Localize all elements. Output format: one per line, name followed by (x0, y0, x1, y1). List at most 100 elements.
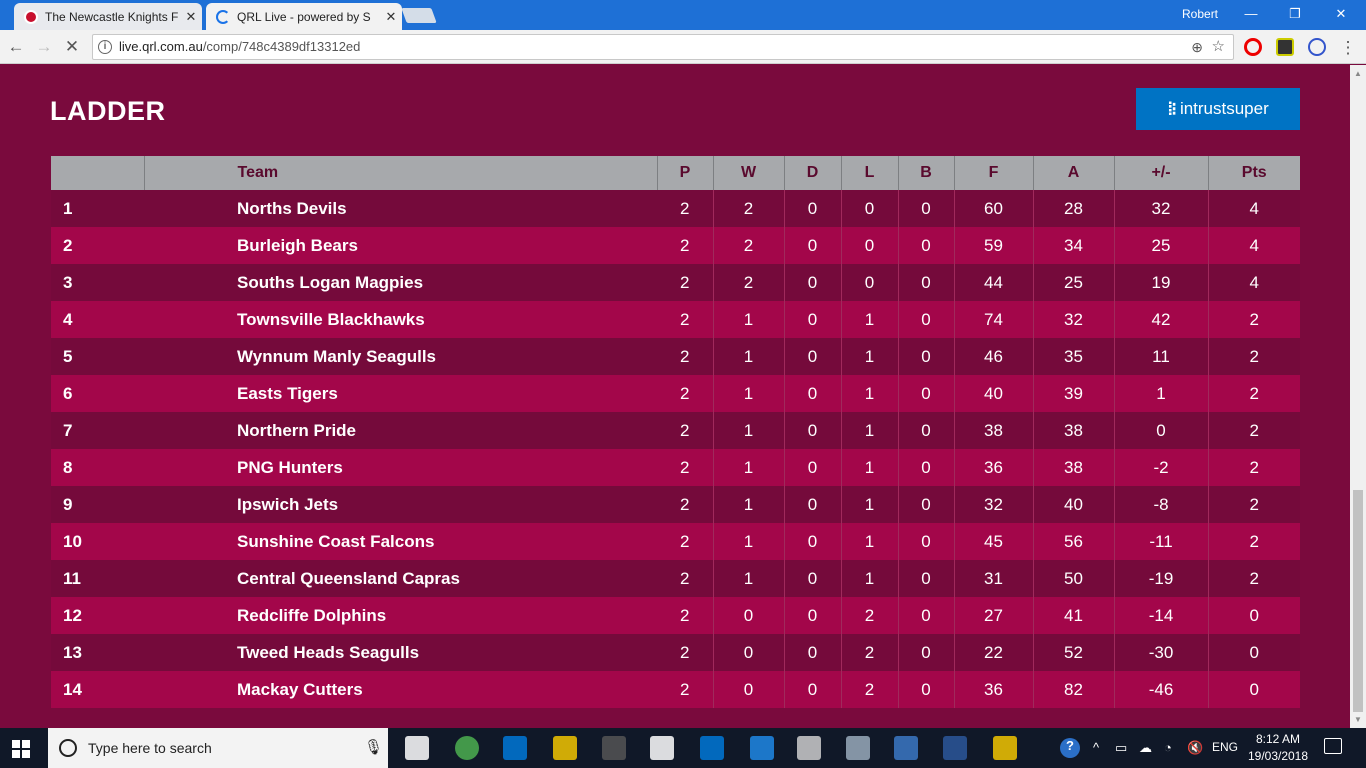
system-clock[interactable]: 8:12 AM 19/03/2018 (1245, 731, 1311, 765)
help-icon[interactable]: ? (1060, 738, 1080, 758)
stop-loading-icon[interactable]: ✕ (62, 37, 82, 57)
cell-points-for: 22 (954, 634, 1034, 671)
cell-team-name[interactable]: Townsville Blackhawks (144, 301, 657, 338)
column-header-b[interactable]: B (898, 156, 955, 190)
column-header-[interactable]: +/- (1114, 156, 1209, 190)
cell-team-name[interactable]: Wynnum Manly Seagulls (144, 338, 657, 375)
task-view-icon[interactable] (405, 736, 429, 760)
opera-extension-icon[interactable] (1244, 38, 1262, 56)
ladder-row[interactable]: 12 Redcliffe Dolphins 2 0 0 2 0 27 41 -14 0 (51, 597, 1300, 634)
scroll-up-icon[interactable]: ▲ (1354, 69, 1362, 78)
tab-newcastle-knights[interactable]: The Newcastle Knights F ✕ (14, 3, 202, 30)
ladder-header-row: Team P W D L B F A +/- Pts (51, 156, 1300, 190)
scroll-down-icon[interactable]: ▼ (1354, 715, 1362, 724)
address-bar[interactable]: i live.qrl.com.au/comp/748c4389df13312ed… (92, 34, 1234, 60)
ladder-row[interactable]: 6 Easts Tigers 2 1 0 1 0 40 39 1 2 (51, 375, 1300, 412)
close-window-button[interactable]: ✕ (1328, 4, 1354, 24)
ladder-row[interactable]: 8 PNG Hunters 2 1 0 1 0 36 38 -2 2 (51, 449, 1300, 486)
network-icon[interactable]: ◔ (1164, 740, 1172, 755)
cell-position: 4 (51, 301, 144, 338)
outlook-icon[interactable] (700, 736, 724, 760)
column-header-w[interactable]: W (713, 156, 785, 190)
battery-icon[interactable]: ▭ (1115, 740, 1127, 756)
cell-team-name[interactable]: Norths Devils (144, 190, 657, 227)
forward-arrow-icon[interactable]: → (34, 37, 54, 57)
volume-muted-icon[interactable]: 🔇 (1187, 740, 1203, 756)
paint-icon[interactable] (797, 736, 821, 760)
scrollbar-thumb[interactable] (1353, 490, 1363, 712)
minimize-button[interactable]: — (1238, 4, 1264, 24)
ladder-row[interactable]: 13 Tweed Heads Seagulls 2 0 0 2 0 22 52 -30 0 (51, 634, 1300, 671)
cell-team-name[interactable]: Central Queensland Capras (144, 560, 657, 597)
cell-team-name[interactable]: Souths Logan Magpies (144, 264, 657, 301)
ladder-row[interactable]: 9 Ipswich Jets 2 1 0 1 0 32 40 -8 2 (51, 486, 1300, 523)
column-header-a[interactable]: A (1033, 156, 1115, 190)
action-center-icon[interactable] (1324, 738, 1342, 754)
sponsor-logo[interactable]: ⁞⁝ intrustsuper (1136, 88, 1300, 130)
cell-team-name[interactable]: Ipswich Jets (144, 486, 657, 523)
edge-icon[interactable] (750, 736, 774, 760)
cell-team-name[interactable]: Easts Tigers (144, 375, 657, 412)
ladder-row[interactable]: 1 Norths Devils 2 2 0 0 0 60 28 32 4 (51, 190, 1300, 227)
new-tab-button[interactable] (401, 8, 437, 23)
chrome-menu-icon[interactable]: ⋮ (1338, 38, 1358, 58)
column-header-p[interactable]: P (657, 156, 714, 190)
cell-team-name[interactable]: Northern Pride (144, 412, 657, 449)
ladder-row[interactable]: 3 Souths Logan Magpies 2 2 0 0 0 44 25 19 4 (51, 264, 1300, 301)
site-info-icon[interactable]: i (98, 40, 112, 54)
column-header-team[interactable]: Team (144, 156, 658, 190)
cell-team-name[interactable]: Redcliffe Dolphins (144, 597, 657, 634)
ladder-row[interactable]: 11 Central Queensland Capras 2 1 0 1 0 31 50 -19 2 (51, 560, 1300, 597)
ladder-row[interactable]: 7 Northern Pride 2 1 0 1 0 38 38 0 2 (51, 412, 1300, 449)
onedrive-icon[interactable]: ☁ (1139, 740, 1152, 756)
cell-drawn: 0 (784, 597, 842, 634)
close-tab-icon[interactable]: ✕ (380, 9, 402, 25)
cell-drawn: 0 (784, 486, 842, 523)
ladder-row[interactable]: 10 Sunshine Coast Falcons 2 1 0 1 0 45 56 -11 2 (51, 523, 1300, 560)
ladder-row[interactable]: 14 Mackay Cutters 2 0 0 2 0 36 82 -46 0 (51, 671, 1300, 708)
ladder-row[interactable]: 2 Burleigh Bears 2 2 0 0 0 59 34 25 4 (51, 227, 1300, 264)
cell-lost: 1 (841, 301, 899, 338)
column-header-pts[interactable]: Pts (1208, 156, 1300, 190)
cell-team-name[interactable]: Sunshine Coast Falcons (144, 523, 657, 560)
cell-team-name[interactable]: Mackay Cutters (144, 671, 657, 708)
chrome-icon[interactable] (455, 736, 479, 760)
column-header-d[interactable]: D (784, 156, 842, 190)
column-header-l[interactable]: L (841, 156, 899, 190)
blocker-extension-icon[interactable] (1308, 38, 1326, 56)
column-header-position[interactable] (51, 156, 145, 190)
cell-team-name[interactable]: Tweed Heads Seagulls (144, 634, 657, 671)
show-hidden-icons-icon[interactable]: ^ (1093, 740, 1099, 755)
cell-lost: 0 (841, 227, 899, 264)
column-header-f[interactable]: F (954, 156, 1034, 190)
url-text[interactable]: live.qrl.com.au/comp/748c4389df13312ed (119, 35, 360, 59)
windows-start-icon[interactable] (12, 740, 30, 758)
microphone-icon[interactable]: 🎙 (364, 738, 383, 756)
vertical-scrollbar[interactable]: ▲ ▼ (1350, 65, 1366, 728)
norton-icon[interactable] (993, 736, 1017, 760)
norton-extension-icon[interactable] (1276, 38, 1294, 56)
ladder-row[interactable]: 4 Townsville Blackhawks 2 1 0 1 0 74 32 42 2 (51, 301, 1300, 338)
file-explorer-icon[interactable] (553, 736, 577, 760)
bookmark-star-icon[interactable]: ☆ (1212, 35, 1225, 59)
photos-icon[interactable] (846, 736, 870, 760)
language-indicator[interactable]: ENG (1212, 740, 1238, 754)
maximize-button[interactable]: ❐ (1282, 4, 1308, 24)
cell-points-against: 34 (1033, 227, 1115, 264)
ladder-row[interactable]: 5 Wynnum Manly Seagulls 2 1 0 1 0 46 35 11 2 (51, 338, 1300, 375)
cell-position: 3 (51, 264, 144, 301)
taskbar-search[interactable]: Type here to search 🎙 (48, 728, 388, 768)
profile-name[interactable]: Robert (1182, 7, 1218, 21)
store-icon[interactable] (503, 736, 527, 760)
zoom-icon[interactable]: ⊕ (1191, 35, 1203, 59)
settings-icon[interactable] (650, 736, 674, 760)
cell-team-name[interactable]: Burleigh Bears (144, 227, 657, 264)
tab-qrl-live[interactable]: QRL Live - powered by S ✕ (206, 3, 402, 30)
remote-desktop-icon[interactable] (894, 736, 918, 760)
cell-team-name[interactable]: PNG Hunters (144, 449, 657, 486)
cell-points-difference: -8 (1114, 486, 1209, 523)
close-tab-icon[interactable]: ✕ (180, 9, 202, 25)
calculator-icon[interactable] (602, 736, 626, 760)
word-icon[interactable] (943, 736, 967, 760)
back-arrow-icon[interactable]: ← (6, 37, 26, 57)
